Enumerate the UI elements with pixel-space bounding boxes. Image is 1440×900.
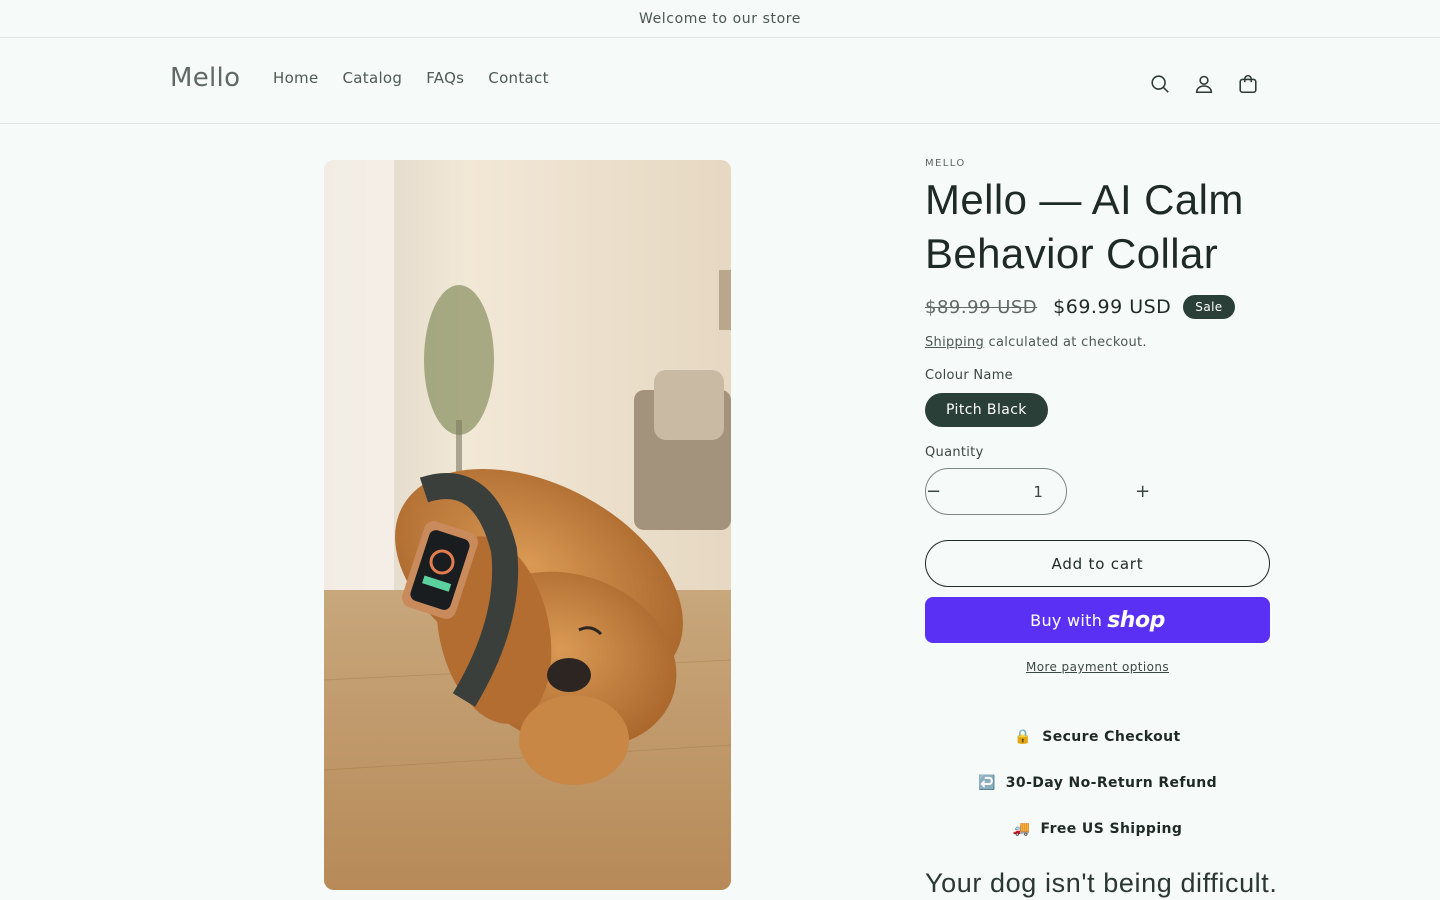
description-heading: Your dog isn't being difficult. (925, 868, 1278, 898)
search-icon[interactable] (1138, 62, 1182, 106)
more-payment-options-link[interactable]: More payment options (1026, 660, 1169, 674)
quantity-decrease-button[interactable]: − (926, 469, 941, 514)
truck-icon: 🚚 (1012, 821, 1031, 837)
announcement-text: Welcome to our store (638, 10, 802, 27)
plant (424, 285, 494, 435)
product-info: MELLO Mello — AI Calm Behavior Collar $8… (925, 158, 1270, 852)
product-title: Mello — AI Calm Behavior Collar (925, 176, 1244, 277)
more-payment-row: More payment options (925, 660, 1270, 674)
nav-catalog[interactable]: Catalog (331, 69, 415, 87)
colour-option-pitch-black[interactable]: Pitch Black (925, 393, 1048, 427)
quantity-label: Quantity (925, 445, 984, 460)
return-arrow-icon: ↩️ (977, 775, 996, 791)
perk-free-shipping: 🚚 Free US Shipping (925, 806, 1270, 852)
perks-list: 🔒 Secure Checkout ↩️ 30-Day No-Return Re… (925, 714, 1270, 852)
lock-icon: 🔒 (1014, 729, 1033, 745)
product-image[interactable] (324, 160, 731, 890)
shipping-note-text: calculated at checkout. (984, 335, 1147, 350)
quantity-input[interactable] (941, 482, 1136, 501)
nav-home[interactable]: Home (261, 69, 331, 87)
shipping-link[interactable]: Shipping (925, 335, 984, 350)
side-table (719, 270, 731, 330)
buy-with-shop-button[interactable]: Buy with shop (925, 597, 1270, 643)
perk-label: 30-Day No-Return Refund (1005, 775, 1218, 791)
quantity-stepper: − + (925, 468, 1150, 515)
perk-secure-checkout: 🔒 Secure Checkout (925, 714, 1270, 760)
colour-label: Colour Name (925, 368, 1013, 383)
shipping-note: Shipping calculated at checkout. (925, 335, 1270, 350)
site-header: Mello Home Catalog FAQs Contact (0, 38, 1440, 124)
sale-price: $69.99 USD (1053, 296, 1172, 318)
sale-badge: Sale (1183, 295, 1235, 319)
shop-pay-logo: shop (1107, 607, 1165, 633)
compare-price: $89.99 USD (925, 296, 1038, 318)
cushion (654, 370, 724, 440)
window-light (324, 160, 394, 600)
cart-icon[interactable] (1226, 62, 1270, 106)
perk-refund: ↩️ 30-Day No-Return Refund (925, 760, 1270, 806)
price-row: $89.99 USD $69.99 USD Sale (925, 295, 1270, 319)
buy-with-label: Buy with (1030, 610, 1103, 630)
add-to-cart-button[interactable]: Add to cart (925, 540, 1270, 587)
dog-nose (547, 658, 591, 692)
account-icon[interactable] (1182, 62, 1226, 106)
main-nav: Home Catalog FAQs Contact (261, 69, 561, 87)
dog-muzzle (519, 695, 629, 785)
header-icons (1138, 62, 1270, 106)
nav-faqs[interactable]: FAQs (414, 69, 476, 87)
nav-contact[interactable]: Contact (476, 69, 560, 87)
store-logo[interactable]: Mello (170, 63, 240, 93)
quantity-increase-button[interactable]: + (1135, 469, 1150, 514)
perk-label: Secure Checkout (1042, 729, 1181, 745)
announcement-bar: Welcome to our store (0, 0, 1440, 38)
perk-label: Free US Shipping (1040, 821, 1183, 837)
product-vendor: MELLO (925, 158, 966, 169)
